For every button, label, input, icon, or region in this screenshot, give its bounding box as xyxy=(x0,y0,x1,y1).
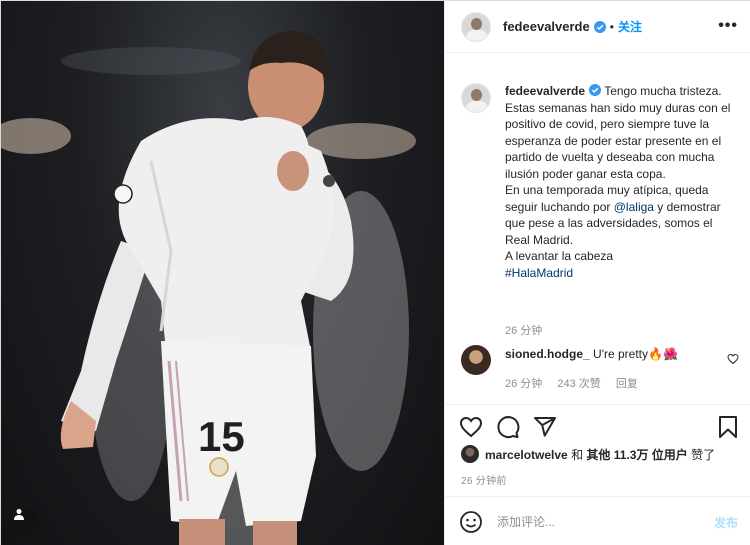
comment-meta: 26 分钟 243 次赞 回复 xyxy=(505,375,650,391)
action-bar xyxy=(445,404,750,444)
liker-username[interactable]: marcelotwelve xyxy=(485,448,568,462)
caption-body: Tengo mucha tristeza. Estas semanas han … xyxy=(505,84,731,181)
comment-text: sioned.hodge_ U're pretty🔥🌺 xyxy=(505,347,678,361)
likes-others[interactable]: 其他 11.3万 位用户 xyxy=(586,448,687,462)
post-timestamp[interactable]: 26 分钟前 xyxy=(461,472,507,487)
commenter-username[interactable]: sioned.hodge_ xyxy=(505,347,590,361)
instagram-post-view: 15 fedeevalverde • 关注 ••• fedeevalverde … xyxy=(0,0,750,545)
emoji-icon[interactable] xyxy=(459,510,483,534)
follow-button[interactable]: 关注 xyxy=(618,18,642,35)
likes-and: 和 xyxy=(571,447,584,462)
more-options-icon[interactable]: ••• xyxy=(718,18,738,34)
comment-icon[interactable] xyxy=(496,415,520,439)
post-header: fedeevalverde • 关注 ••• xyxy=(445,1,750,53)
reply-button[interactable]: 回复 xyxy=(616,378,638,390)
liker-avatar[interactable] xyxy=(461,445,479,463)
comment-time[interactable]: 26 分钟 xyxy=(505,378,542,390)
post-photo[interactable]: 15 xyxy=(1,1,444,545)
jersey-number: 15 xyxy=(198,413,245,460)
caption-line3: A levantar la cabeza xyxy=(505,249,614,263)
caption-username[interactable]: fedeevalverde xyxy=(505,84,585,98)
author-username[interactable]: fedeevalverde xyxy=(503,19,590,34)
comments-section: fedeevalverde Tengo mucha tristeza. Esta… xyxy=(445,71,750,401)
separator-dot: • xyxy=(609,19,614,34)
commenter-avatar[interactable] xyxy=(461,345,491,375)
post-comment-button[interactable]: 发布 xyxy=(714,514,738,531)
likes-liked: 赞了 xyxy=(691,447,716,462)
author-avatar[interactable] xyxy=(461,11,491,42)
comment-body: U're pretty🔥🌺 xyxy=(593,347,678,361)
add-comment-bar: 发布 xyxy=(445,496,750,545)
user-tag-icon[interactable] xyxy=(13,508,39,534)
mention-link[interactable]: @laliga xyxy=(614,200,654,214)
comment-likes[interactable]: 243 次赞 xyxy=(557,378,600,390)
share-icon[interactable] xyxy=(533,415,557,439)
post-details-panel: fedeevalverde • 关注 ••• fedeevalverde Ten… xyxy=(444,1,750,545)
person-icon xyxy=(14,509,24,520)
verified-badge-icon xyxy=(589,84,602,96)
bookmark-icon[interactable] xyxy=(716,415,740,439)
comment-input[interactable] xyxy=(497,514,697,529)
player-illustration: 15 xyxy=(1,31,416,545)
heart-icon[interactable] xyxy=(459,415,483,439)
comment-heart-icon[interactable] xyxy=(727,353,739,365)
caption-text: fedeevalverde Tengo mucha tristeza. Esta… xyxy=(505,83,737,281)
verified-badge-icon xyxy=(593,20,606,33)
caption-author-avatar[interactable] xyxy=(461,83,491,113)
caption-time[interactable]: 26 分钟 xyxy=(505,322,542,338)
likes-summary: marcelotwelve 和 其他 11.3万 位用户 赞了 xyxy=(461,445,715,463)
hashtag-link[interactable]: #HalaMadrid xyxy=(505,266,573,280)
